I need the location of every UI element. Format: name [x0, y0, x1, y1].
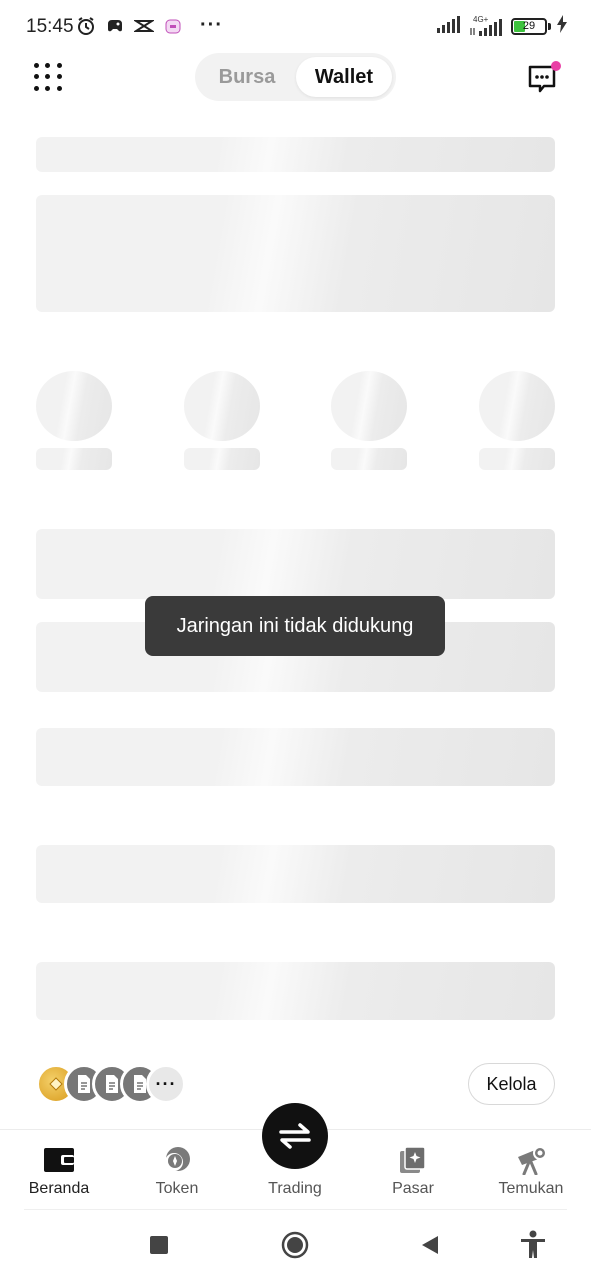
- charging-icon: [557, 15, 567, 38]
- nav-label: Beranda: [28, 1180, 90, 1197]
- trading-button[interactable]: [262, 1103, 328, 1169]
- circle-home-icon: [281, 1231, 309, 1259]
- telescope-icon: [513, 1144, 549, 1176]
- signal-4g-icon: 4G+: [469, 15, 505, 36]
- nav-label: Token: [155, 1180, 199, 1197]
- status-bar: 15:45 ··· 4G+ 29: [0, 0, 591, 54]
- skeleton-action-label: [36, 448, 112, 470]
- status-time: 15:45: [26, 16, 74, 37]
- nav-item-pasar[interactable]: Pasar: [363, 1144, 463, 1198]
- more-networks-button[interactable]: ···: [146, 1064, 186, 1104]
- skeleton-list-row: [36, 962, 555, 1020]
- status-notification-icons: ···: [76, 14, 223, 37]
- skeleton-balance-title: [36, 137, 555, 172]
- more-dots-icon: ···: [200, 14, 223, 36]
- home-button[interactable]: [280, 1230, 310, 1260]
- skeleton-action-circle: [36, 371, 112, 441]
- network-selector[interactable]: ···: [36, 1064, 196, 1104]
- skeleton-action-circle: [184, 371, 260, 441]
- swap-icon: [279, 1123, 311, 1149]
- skeleton-list-row: [36, 728, 555, 786]
- manage-button[interactable]: Kelola: [468, 1063, 555, 1105]
- accessibility-icon: [521, 1230, 545, 1258]
- tab-wallet[interactable]: Wallet: [296, 57, 392, 97]
- battery-icon: 29: [511, 18, 547, 35]
- skeleton-action-circle: [479, 371, 555, 441]
- messages-button[interactable]: [527, 61, 561, 95]
- nav-label: Pasar: [392, 1180, 434, 1197]
- nav-label-trading: Trading: [268, 1180, 322, 1197]
- nav-label: Temukan: [498, 1180, 564, 1197]
- apps-menu-button[interactable]: [34, 63, 62, 91]
- game-controller-icon: [105, 16, 125, 36]
- back-triangle-icon: [422, 1236, 438, 1254]
- capcut-icon: [134, 16, 154, 36]
- skeleton-action-label: [479, 448, 555, 470]
- nav-item-token[interactable]: Token: [127, 1144, 227, 1198]
- status-system-icons: 4G+ 29: [437, 15, 567, 38]
- back-button[interactable]: [415, 1230, 445, 1260]
- nav-bottom-divider: [24, 1209, 567, 1210]
- nav-item-beranda[interactable]: Beranda: [9, 1144, 109, 1198]
- recents-button[interactable]: [144, 1230, 174, 1260]
- skeleton-action-label: [331, 448, 407, 470]
- token-icon: [159, 1144, 195, 1176]
- skeleton-action-label: [184, 448, 260, 470]
- square-icon: [150, 1236, 168, 1254]
- notification-dot: [551, 61, 561, 71]
- app-icon: [163, 16, 183, 36]
- skeleton-list-row: [36, 529, 555, 599]
- mode-toggle: Bursa Wallet: [195, 53, 396, 101]
- skeleton-list-row: [36, 845, 555, 903]
- marketplace-icon: [395, 1144, 431, 1176]
- alarm-icon: [76, 16, 96, 36]
- accessibility-button[interactable]: [518, 1230, 548, 1260]
- nav-item-temukan[interactable]: Temukan: [481, 1144, 581, 1198]
- signal-icon: [437, 15, 463, 38]
- wallet-icon: [41, 1144, 77, 1176]
- tab-bursa[interactable]: Bursa: [201, 57, 293, 97]
- toast-message: Jaringan ini tidak didukung: [145, 596, 445, 656]
- skeleton-action-circle: [331, 371, 407, 441]
- skeleton-balance-card: [36, 195, 555, 312]
